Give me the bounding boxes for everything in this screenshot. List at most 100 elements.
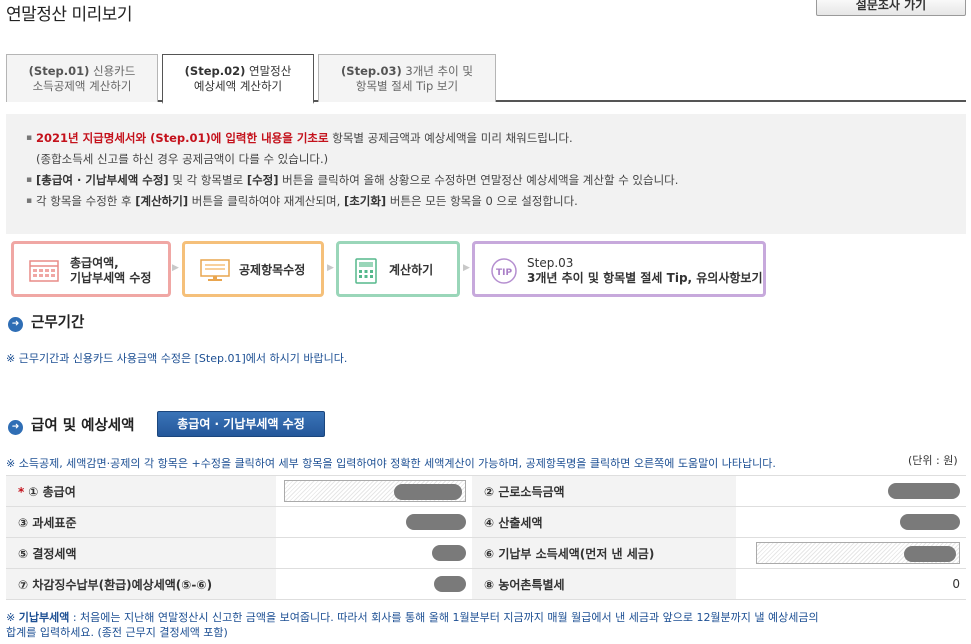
calculator-icon [354, 258, 378, 287]
notice-bold: [계산하기] [135, 194, 189, 208]
label-determined-tax[interactable]: ⑤ 결정세액 [6, 537, 276, 569]
value-determined-tax [276, 537, 472, 569]
tab-line1: 신용카드 [89, 64, 136, 78]
monitor-icon [200, 258, 230, 285]
step-label: 총급여액, 기납부세액 수정 [70, 256, 151, 286]
unit-label: (단위 : 원) [908, 454, 958, 467]
footnote-text: : 처음에는 지난해 연말정산시 신고한 금액을 보여줍니다. 따라서 회사를 … [69, 611, 819, 624]
step-label-line1: Step.03 [527, 256, 574, 270]
tab-step-label: (Step.02) [184, 64, 246, 78]
page-title: 연말정산 미리보기 [6, 5, 133, 25]
notice-text: 항목별 공제금액과 예상세액을 미리 채워드립니다. [328, 131, 573, 145]
masked-value [888, 483, 960, 499]
footnote-text-line2: 합계를 입력하세요. (종전 근무지 결정세액 포함) [6, 626, 228, 639]
notice-line-3: 각 항목을 수정한 후 [계산하기] 버튼을 클릭하여야 재계산되며, [초기화… [26, 191, 946, 212]
section-title-text: 근무기간 [31, 315, 85, 331]
tab-step-03[interactable]: (Step.03) 3개년 추이 및 항목별 절세 Tip 보기 [318, 54, 496, 102]
arrow-right-icon: ➜ [8, 317, 23, 332]
step-edit-salary[interactable]: 총급여액, 기납부세액 수정 [11, 241, 171, 297]
table-row: ③ 과세표준 ④ 산출세액 [6, 506, 966, 538]
notice-text: 버튼을 클릭하여야 재계산되며, [188, 194, 344, 208]
tab-step-label: (Step.03) [341, 64, 402, 78]
process-steps: 총급여액, 기납부세액 수정 ▶ 공제항목수정 ▶ 계산하기 ▶ TIP Step… [11, 241, 961, 297]
footnote-bold: 기납부세액 [18, 611, 70, 624]
table-row: ⑤ 결정세액 ⑥ 기납부 소득세액(먼저 낸 세금) [6, 537, 966, 569]
step-calculate[interactable]: 계산하기 [336, 241, 460, 297]
notice-highlight: 2021년 지급명세서와 (Step.01)에 입력한 내용을 기초로 [36, 131, 329, 145]
tab-step-02[interactable]: (Step.02) 연말정산 예상세액 계산하기 [162, 54, 314, 104]
value-prepaid-tax[interactable] [736, 537, 966, 569]
chevron-right-icon: ▶ [327, 263, 334, 273]
label-expected-refund[interactable]: ⑦ 차감징수납부(환급)예상세액(⑤-⑥) [6, 568, 276, 600]
label-rural-special-tax[interactable]: ⑧ 농어촌특별세 [472, 568, 736, 600]
masked-value [394, 484, 462, 500]
notice-text: 버튼은 모든 항목을 0 으로 설정합니다. [386, 194, 578, 208]
step-label-line2: 3개년 추이 및 항목별 절세 Tip, 유의사항보기 [527, 271, 763, 285]
value-tax-base [276, 506, 472, 538]
value-calculated-tax [736, 506, 966, 538]
required-mark: * [18, 484, 25, 499]
notice-line-1: 2021년 지급명세서와 (Step.01)에 입력한 내용을 기초로 항목별 … [26, 128, 946, 149]
svg-text:TIP: TIP [496, 268, 512, 278]
footnote-mark: ※ [6, 611, 19, 624]
step-label-line1: 총급여액, [70, 256, 119, 270]
section-title-work-period: ➜ 근무기간 [8, 311, 84, 332]
value-earned-income [736, 475, 966, 507]
total-salary-input[interactable] [284, 480, 466, 502]
prepaid-tax-footnote: ※ 기납부세액 : 처음에는 지난해 연말정산시 신고한 금액을 보여줍니다. … [6, 610, 966, 640]
notice-bold: [수정] [246, 173, 279, 187]
notice-text: (종합소득세 신고를 하신 경우 공제금액이 다를 수 있습니다.) [36, 152, 329, 166]
arrow-right-icon: ➜ [8, 420, 23, 435]
step-label: Step.03 3개년 추이 및 항목별 절세 Tip, 유의사항보기 [527, 256, 763, 286]
masked-value [904, 546, 956, 562]
notice-line-2: [총급여 · 기납부세액 수정] 및 각 항목별로 [수정] 버튼을 클릭하여 … [26, 170, 946, 191]
prepaid-tax-input[interactable] [756, 542, 960, 564]
label-tax-base[interactable]: ③ 과세표준 [6, 506, 276, 538]
label-earned-income[interactable]: ② 근로소득금액 [472, 475, 736, 507]
salary-table: * ① 총급여 ② 근로소득금액 ③ 과세표준 ④ 산출세액 ⑤ 결정세액 ⑥ 기… [6, 475, 966, 600]
value-total-salary[interactable] [276, 475, 472, 507]
notice-bold: [총급여 · 기납부세액 수정] [36, 173, 169, 187]
label-total-salary[interactable]: * ① 총급여 [6, 475, 276, 507]
chevron-right-icon: ▶ [172, 263, 179, 273]
tab-line1: 연말정산 [245, 64, 292, 78]
label-prepaid-tax[interactable]: ⑥ 기납부 소득세액(먼저 낸 세금) [472, 537, 736, 569]
work-period-note: ※ 근무기간과 신용카드 사용금액 수정은 [Step.01]에서 하시기 바랍… [6, 352, 348, 365]
step-label: 계산하기 [389, 263, 434, 277]
step-edit-deductions[interactable]: 공제항목수정 [182, 241, 324, 297]
label-calculated-tax[interactable]: ④ 산출세액 [472, 506, 736, 538]
tab-step-01[interactable]: (Step.01) 신용카드 소득공제액 계산하기 [6, 54, 158, 102]
masked-value [434, 576, 466, 592]
notice-box: 2021년 지급명세서와 (Step.01)에 입력한 내용을 기초로 항목별 … [6, 114, 966, 234]
masked-value [406, 514, 466, 530]
edit-salary-tax-button[interactable]: 총급여 · 기납부세액 수정 [157, 411, 325, 437]
notice-text: 각 항목을 수정한 후 [36, 194, 136, 208]
masked-value [432, 545, 466, 561]
label-text: ① 총급여 [28, 484, 76, 499]
step-label: 공제항목수정 [239, 263, 306, 277]
salary-note: ※ 소득공제, 세액감면·공제의 각 항목은 +수정을 클릭하여 세부 항목을 … [6, 457, 776, 470]
section-title-salary: ➜ 급여 및 예상세액 [8, 414, 134, 435]
step-tabs: (Step.01) 신용카드 소득공제액 계산하기 (Step.02) 연말정산… [6, 54, 966, 104]
tab-step-label: (Step.01) [28, 64, 90, 78]
table-row: * ① 총급여 ② 근로소득금액 [6, 475, 966, 507]
notice-line-1-sub: (종합소득세 신고를 하신 경우 공제금액이 다를 수 있습니다.) [26, 149, 946, 170]
step-label-line2: 기납부세액 수정 [70, 271, 152, 285]
step-tips[interactable]: TIP Step.03 3개년 추이 및 항목별 절세 Tip, 유의사항보기 [472, 241, 766, 297]
notice-bold: [초기화] [343, 194, 387, 208]
tip-icon: TIP [490, 257, 518, 288]
notice-text: 버튼을 클릭하여 올해 상황으로 수정하면 연말정산 예상세액을 계산할 수 있… [278, 173, 679, 187]
tab-line2: 소득공제액 계산하기 [32, 79, 132, 93]
notice-text: 및 각 항목별로 [168, 173, 247, 187]
value-rural-special-tax: 0 [736, 568, 966, 600]
masked-value [900, 514, 960, 530]
value-expected-refund [276, 568, 472, 600]
table-row: ⑦ 차감징수납부(환급)예상세액(⑤-⑥) ⑧ 농어촌특별세 0 [6, 568, 966, 600]
tab-line1: 3개년 추이 및 [401, 64, 473, 78]
tab-line2: 예상세액 계산하기 [193, 79, 283, 93]
calendar-icon [29, 258, 59, 285]
chevron-right-icon: ▶ [463, 263, 470, 273]
section-title-text: 급여 및 예상세액 [31, 418, 135, 434]
survey-button[interactable]: 설문조사 가기 [816, 0, 966, 16]
tab-line2: 항목별 절세 Tip 보기 [355, 79, 459, 93]
